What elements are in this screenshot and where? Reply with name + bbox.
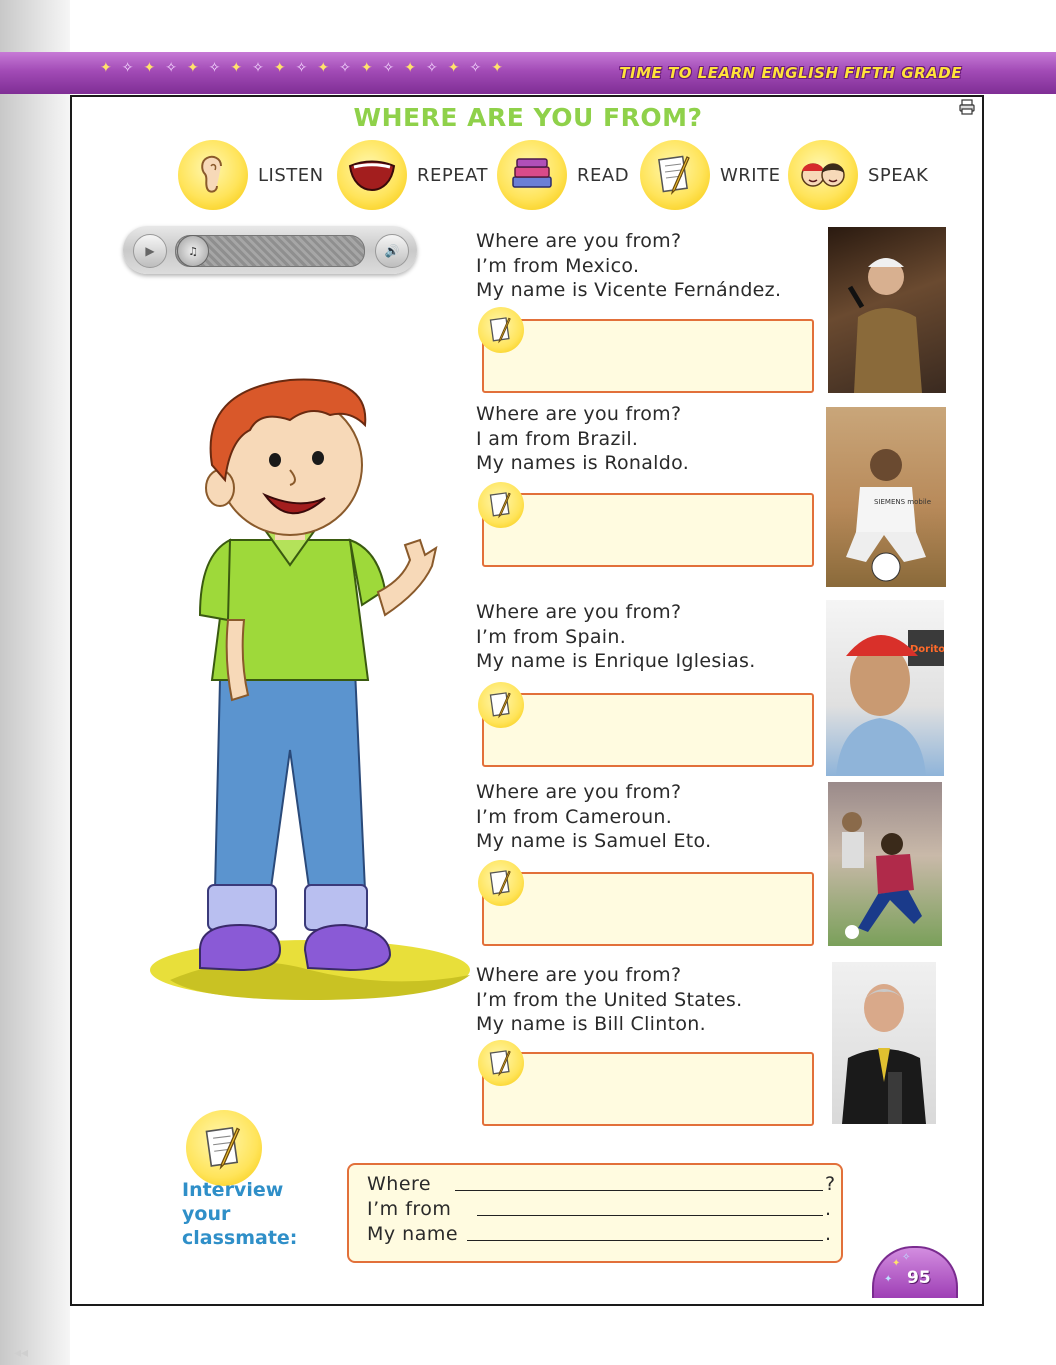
photo-ronaldo: SIEMENS mobile bbox=[826, 407, 946, 587]
interview-line-from[interactable]: I’m from . bbox=[367, 1198, 831, 1220]
photo-samuel-eto bbox=[828, 782, 942, 946]
audio-scrubber-knob[interactable]: ♫ bbox=[177, 235, 209, 267]
skill-label: LISTEN bbox=[258, 164, 324, 186]
sparkles-decoration: ✦✧✦✧✦✧✦✧✦✧✦✧✦✧✦✧✦✧✦ bbox=[100, 60, 513, 76]
pencil-paper-icon bbox=[478, 307, 524, 353]
dialogue-1: Where are you from? I’m from Mexico. My … bbox=[476, 229, 781, 303]
dialogue-line: Where are you from? bbox=[476, 230, 682, 252]
pencil-paper-icon bbox=[478, 860, 524, 906]
answer-box-4[interactable] bbox=[482, 872, 814, 946]
interview-label-line2: classmate: bbox=[182, 1227, 298, 1249]
dialogue-line: My name is Samuel Eto. bbox=[476, 830, 712, 852]
previous-page-icon[interactable]: ◂◂ bbox=[14, 1345, 28, 1361]
interview-line-where[interactable]: Where ? bbox=[367, 1173, 835, 1195]
skill-speak: SPEAK bbox=[788, 140, 928, 210]
singer-silhouette bbox=[847, 258, 922, 393]
dialogue-line: My name is Enrique Iglesias. bbox=[476, 650, 756, 672]
interview-blank[interactable] bbox=[477, 1215, 823, 1216]
music-note-icon: ♫ bbox=[188, 244, 198, 258]
dialogue-line: I’m from the United States. bbox=[476, 988, 743, 1011]
header-band: ✦✧✦✧✦✧✦✧✦✧✦✧✦✧✦✧✦✧✦ TIME TO LEARN ENGLIS… bbox=[0, 52, 1056, 94]
book-title: TIME TO LEARN ENGLISH FIFTH GRADE bbox=[619, 64, 962, 82]
dialogue-line: Where are you from? bbox=[476, 781, 682, 803]
interview-label-line1: Interview your bbox=[182, 1179, 284, 1225]
footballer-silhouette: SIEMENS mobile bbox=[846, 449, 931, 582]
dialogue-line: My name is Bill Clinton. bbox=[476, 1013, 706, 1035]
interview-label: Interview your classmate: bbox=[182, 1178, 332, 1250]
answer-box-2[interactable] bbox=[482, 493, 814, 567]
interview-box: Where ? I’m from . My name . bbox=[347, 1163, 843, 1263]
interview-blank[interactable] bbox=[455, 1190, 823, 1191]
volume-button[interactable]: 🔊 bbox=[375, 234, 409, 268]
play-icon: ▶ bbox=[145, 244, 155, 258]
dialogue-line: I’m from Spain. bbox=[476, 625, 627, 648]
interview-blank[interactable] bbox=[467, 1240, 823, 1241]
dialogue-4: Where are you from? I’m from Cameroun. M… bbox=[476, 780, 711, 854]
play-button[interactable]: ▶ bbox=[133, 234, 167, 268]
pencil-paper-icon bbox=[640, 140, 710, 210]
dialogue-3: Where are you from? I’m from Spain. My n… bbox=[476, 600, 756, 674]
photo-vicente-fernandez bbox=[828, 227, 946, 393]
page-title: WHERE ARE YOU FROM? bbox=[353, 103, 703, 132]
skill-read: READ bbox=[497, 140, 629, 210]
interview-punctuation: . bbox=[825, 1223, 832, 1245]
dialogue-2: Where are you from? I am from Brazil. My… bbox=[476, 402, 689, 476]
skill-write: WRITE bbox=[640, 140, 780, 210]
pencil-paper-icon bbox=[478, 682, 524, 728]
interview-punctuation: . bbox=[825, 1198, 832, 1220]
boy-illustration bbox=[150, 378, 470, 1000]
ear-icon bbox=[178, 140, 248, 210]
pencil-paper-icon bbox=[478, 1040, 524, 1086]
skill-label: READ bbox=[577, 164, 630, 186]
speaker-icon: 🔊 bbox=[384, 244, 400, 258]
star-icon: ✧ bbox=[902, 1252, 911, 1263]
dialogue-line: Where are you from? bbox=[476, 403, 682, 425]
skill-label: REPEAT bbox=[417, 164, 489, 186]
children-icon bbox=[788, 140, 858, 210]
dialogue-line: My name is Vicente Fernández. bbox=[476, 279, 782, 301]
star-icon: ✦ bbox=[884, 1274, 893, 1285]
books-icon bbox=[497, 140, 567, 210]
answer-box-3[interactable] bbox=[482, 693, 814, 767]
interview-prompt: Where bbox=[367, 1173, 432, 1195]
skill-listen: LISTEN bbox=[178, 140, 324, 210]
skill-repeat: REPEAT bbox=[337, 140, 488, 210]
singer-portrait: Dorito bbox=[836, 630, 944, 776]
answer-box-5[interactable] bbox=[482, 1052, 814, 1126]
skill-label: WRITE bbox=[720, 164, 781, 186]
star-icon: ✦ bbox=[892, 1258, 901, 1269]
interview-prompt: My name bbox=[367, 1223, 459, 1245]
interview-prompt: I’m from bbox=[367, 1198, 452, 1220]
dialogue-line: Where are you from? bbox=[476, 601, 682, 623]
dialogue-line: I am from Brazil. bbox=[476, 427, 639, 450]
dialogue-line: Where are you from? bbox=[476, 964, 682, 986]
interview-punctuation: ? bbox=[825, 1173, 836, 1195]
dialogue-line: I’m from Cameroun. bbox=[476, 805, 673, 828]
dialogue-line: My names is Ronaldo. bbox=[476, 452, 690, 474]
dialogue-line: I’m from Mexico. bbox=[476, 254, 640, 277]
page-number: 95 bbox=[907, 1268, 931, 1288]
jersey-sponsor: SIEMENS mobile bbox=[874, 498, 931, 506]
audio-player: ▶ ♫ 🔊 bbox=[123, 226, 417, 274]
pencil-paper-icon bbox=[186, 1110, 262, 1186]
photo-bill-clinton bbox=[832, 962, 936, 1124]
pencil-paper-icon bbox=[478, 482, 524, 528]
interview-line-name[interactable]: My name . bbox=[367, 1223, 831, 1245]
skill-label: SPEAK bbox=[868, 164, 929, 186]
politician-portrait bbox=[842, 984, 926, 1124]
left-shade: ◂◂ bbox=[0, 0, 70, 1365]
footballer-action bbox=[842, 812, 922, 939]
dialogue-5: Where are you from? I’m from the United … bbox=[476, 963, 742, 1037]
mouth-icon bbox=[337, 140, 407, 210]
answer-box-1[interactable] bbox=[482, 319, 814, 393]
photo-enrique-iglesias: Dorito bbox=[826, 600, 944, 776]
